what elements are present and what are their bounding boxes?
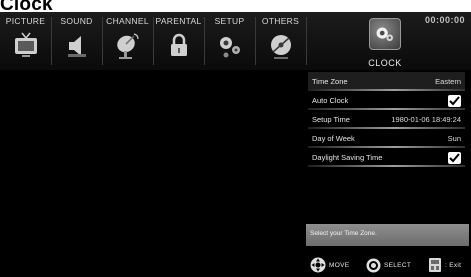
time-readout: 00:00:00 [424,15,465,25]
tab-divider [306,17,307,65]
tab-setup[interactable]: SETUP [204,12,255,70]
hint-select: SELECT [366,256,411,274]
setting-auto-clock[interactable]: Auto Clock [308,91,465,110]
help-text-box: Select your Time Zone. [306,224,469,246]
setting-label: Time Zone [312,77,348,86]
tab-label: PICTURE [5,16,46,26]
satellite-dish-icon [117,33,139,59]
auto-clock-checkbox[interactable] [448,94,461,107]
tab-divider [102,17,103,65]
tab-label: OTHERS [261,16,300,26]
setting-daylight-saving[interactable]: Daylight Saving Time [308,148,465,167]
tab-divider [51,17,52,65]
tab-label: SOUND [60,16,93,26]
tab-channel[interactable]: CHANNEL [102,12,153,70]
setting-setup-time[interactable]: Setup Time 1980-01-06 18:49:24 [308,110,465,129]
tab-label: SETUP [214,16,245,26]
tab-label: CHANNEL [106,16,149,26]
clock-settings-list: Time Zone Eastern Auto Clock Setup Time … [308,72,465,167]
select-button-icon [366,258,381,272]
tab-divider [204,17,205,65]
key-hints: MOVE SELECT : Exit [310,256,470,274]
tab-others[interactable]: OTHERS [255,12,306,70]
tab-parental[interactable]: PARENTAL [153,12,204,70]
setting-label: Auto Clock [312,96,349,105]
setting-time-zone[interactable]: Time Zone Eastern [308,72,465,91]
hint-move: MOVE [310,256,349,274]
tab-picture[interactable]: PICTURE [0,12,51,70]
help-text: Select your Time Zone. [310,230,377,237]
lock-icon [171,33,187,56]
checkmark-icon [449,152,460,162]
clock-gear-icon [369,18,401,50]
setting-day-of-week[interactable]: Day of Week Sun [308,129,465,148]
hint-select-label: SELECT [384,261,412,269]
tab-label: PARENTAL [155,16,202,26]
daylight-saving-checkbox[interactable] [448,151,461,164]
dpad-icon [310,257,326,273]
exit-button-icon [429,258,441,272]
tab-sound[interactable]: SOUND [51,12,102,70]
gears-icon [220,37,240,58]
hint-move-label: MOVE [329,261,350,269]
tv-menu-screen: PICTURE SOUND CHANNEL PARENTAL SETUP OTH… [0,12,471,277]
tab-clock[interactable]: CLOCK [358,14,412,72]
setting-label: Daylight Saving Time [312,153,383,162]
tab-divider [153,17,154,65]
tv-icon [15,32,37,57]
disc-icon [271,35,291,59]
hint-exit: : Exit [428,256,461,274]
setting-label: Setup Time [312,115,350,124]
setting-value: 1980-01-06 18:49:24 [391,115,461,124]
checkmark-icon [449,95,460,105]
setting-value: Sun [447,134,461,143]
top-menu-bar: PICTURE SOUND CHANNEL PARENTAL SETUP OTH… [0,12,471,70]
tab-label: CLOCK [368,58,402,68]
hint-exit-label: : Exit [445,261,462,269]
tab-divider [255,17,256,65]
setting-value: Eastern [435,77,461,86]
speaker-icon [68,36,86,57]
setting-label: Day of Week [312,134,355,143]
